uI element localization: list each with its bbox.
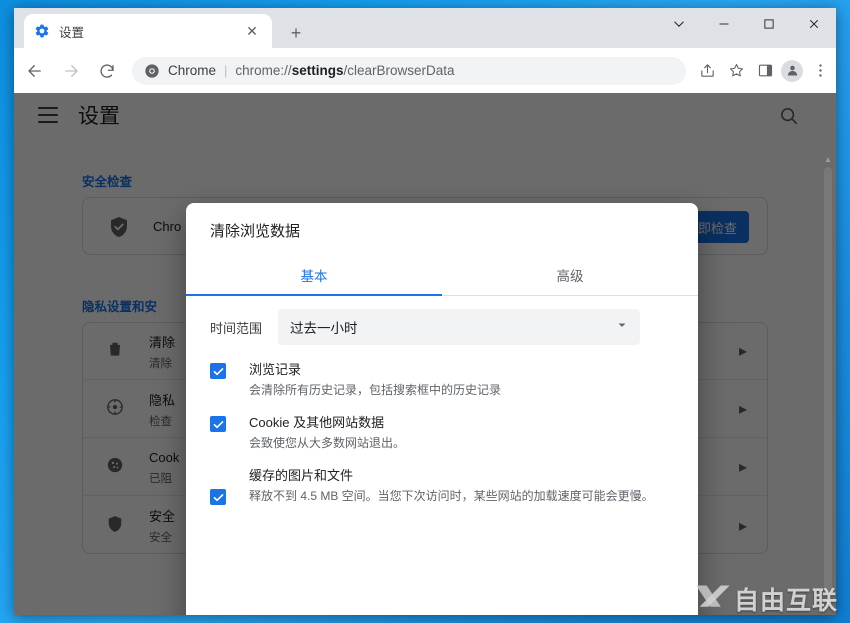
- time-range-label: 时间范围: [210, 320, 263, 336]
- minimize-button[interactable]: [701, 8, 746, 40]
- time-range-row: 时间范围 过去一小时: [210, 309, 640, 345]
- browser-tab-settings[interactable]: 设置 ✕: [24, 14, 272, 48]
- browser-toolbar: Chrome | chrome://settings/clearBrowserD…: [14, 48, 836, 93]
- dialog-tabs: 基本 高级: [186, 255, 698, 296]
- option-title: Cookie 及其他网站数据: [249, 415, 385, 430]
- tab-strip: 设置 ✕ +: [14, 8, 836, 48]
- chevron-down-icon: [616, 318, 628, 336]
- checkbox-cookies[interactable]: [210, 416, 226, 432]
- url-suffix: /clearBrowserData: [343, 63, 455, 78]
- new-tab-button[interactable]: +: [284, 21, 308, 45]
- bookmark-star-icon[interactable]: [723, 58, 749, 84]
- gear-icon: [34, 23, 50, 39]
- option-title: 浏览记录: [249, 362, 302, 377]
- more-menu-icon[interactable]: [807, 58, 833, 84]
- checkbox-cached-files[interactable]: [210, 489, 226, 505]
- option-browsing-history[interactable]: 浏览记录 会清除所有历史记录，包括搜索框中的历史记录: [210, 361, 662, 399]
- option-description: 释放不到 4.5 MB 空间。当您下次访问时，某些网站的加载速度可能会更慢。: [249, 489, 654, 503]
- option-cached-files[interactable]: 缓存的图片和文件 释放不到 4.5 MB 空间。当您下次访问时，某些网站的加载速…: [210, 467, 662, 505]
- dialog-title: 清除浏览数据: [210, 223, 301, 240]
- window-controls: [656, 8, 836, 48]
- option-title: 缓存的图片和文件: [249, 468, 354, 483]
- chrome-logo-icon: [144, 63, 160, 79]
- forward-icon[interactable]: [56, 56, 86, 86]
- address-bar[interactable]: Chrome | chrome://settings/clearBrowserD…: [132, 56, 686, 85]
- clear-browsing-data-dialog: 清除浏览数据 基本 高级 时间范围 过去一小时 浏览记录 会清除所有历史记录，包…: [186, 203, 698, 615]
- tab-title: 设置: [59, 25, 85, 40]
- browser-window: 设置 ✕ + Chrome | chrome://settings/clearB…: [14, 8, 836, 615]
- close-tab-icon[interactable]: ✕: [242, 21, 262, 41]
- watermark: 自由互联: [692, 581, 838, 617]
- omnibox-separator: |: [224, 63, 228, 78]
- tab-search-button[interactable]: [656, 8, 701, 40]
- back-icon[interactable]: [20, 56, 50, 86]
- omnibox-url: chrome://settings/clearBrowserData: [235, 63, 454, 78]
- omnibox-brand: Chrome: [168, 63, 217, 78]
- share-icon[interactable]: [694, 58, 720, 84]
- scrollbar-thumb[interactable]: [824, 167, 832, 592]
- option-cookies[interactable]: Cookie 及其他网站数据 会致使您从大多数网站退出。: [210, 414, 662, 452]
- scroll-up-arrow-icon[interactable]: ▲: [822, 153, 834, 165]
- x-logo-icon: [692, 582, 732, 617]
- url-bold: settings: [291, 63, 344, 78]
- maximize-button[interactable]: [746, 8, 791, 40]
- profile-avatar-icon[interactable]: [781, 59, 803, 82]
- tab-advanced[interactable]: 高级: [442, 255, 698, 295]
- close-button[interactable]: [791, 8, 836, 40]
- side-panel-icon[interactable]: [752, 58, 778, 84]
- url-prefix: chrome://: [235, 63, 292, 78]
- settings-page: 设置 安全检查 Chro 立即检查 隐私设置和安: [14, 93, 836, 615]
- option-description: 会清除所有历史记录，包括搜索框中的历史记录: [249, 383, 502, 397]
- watermark-text: 自由互联: [733, 587, 838, 615]
- option-description: 会致使您从大多数网站退出。: [249, 436, 406, 450]
- time-range-value: 过去一小时: [290, 321, 358, 336]
- time-range-select[interactable]: 过去一小时: [278, 309, 640, 345]
- checkbox-browsing-history[interactable]: [210, 363, 226, 379]
- tab-basic[interactable]: 基本: [186, 255, 442, 296]
- reload-icon[interactable]: [92, 56, 122, 86]
- vertical-scrollbar[interactable]: ▲ ▼: [822, 153, 834, 608]
